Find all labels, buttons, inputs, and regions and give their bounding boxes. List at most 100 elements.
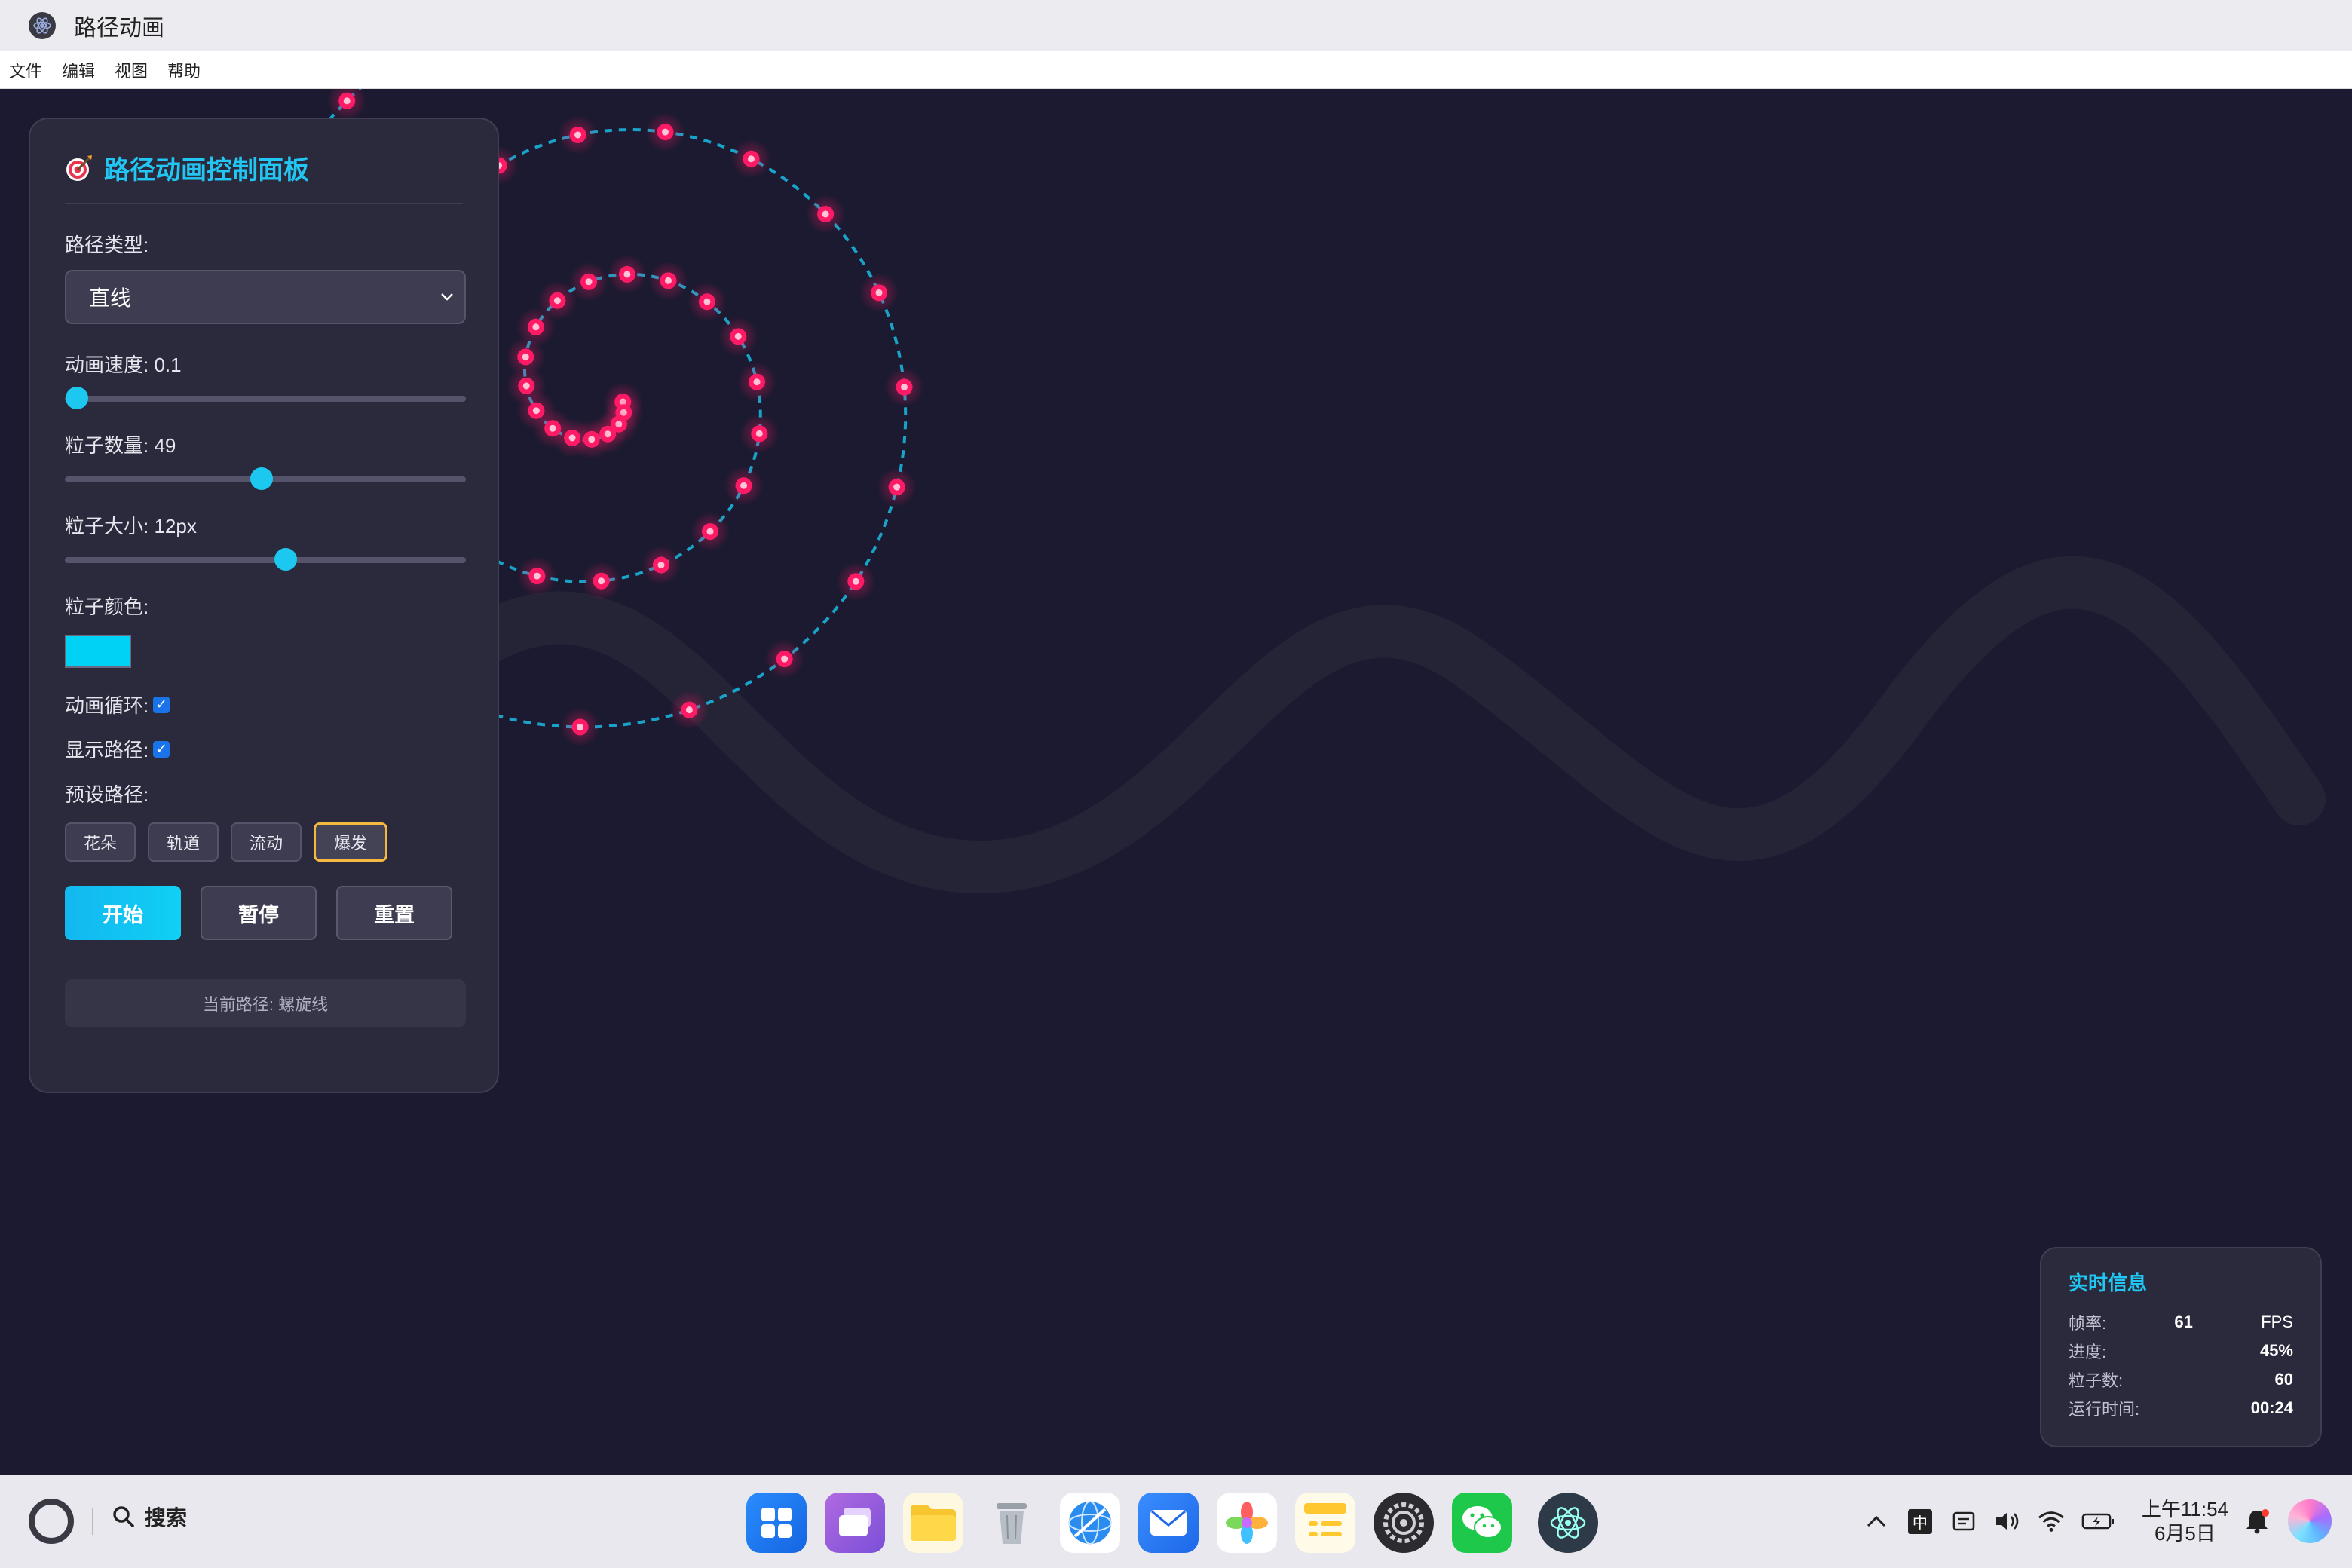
speed-slider[interactable] <box>65 385 466 411</box>
wechat-icon[interactable] <box>1452 1493 1512 1553</box>
size-slider[interactable] <box>65 547 466 572</box>
clock-time: 上午11:54 <box>2141 1498 2228 1521</box>
menu-view[interactable]: 视图 <box>115 58 148 82</box>
files-icon[interactable] <box>903 1493 963 1553</box>
particle-core <box>753 378 761 386</box>
taskbar-search[interactable]: 搜索 <box>112 1502 187 1532</box>
control-panel: 路径动画控制面板 路径类型: 直线 动画速度: 0.1 粒子数量: 49 粒子大… <box>29 118 499 1093</box>
action-buttons: 开始 暂停 重置 <box>65 886 463 940</box>
particles-value: 60 <box>2274 1370 2293 1389</box>
system-tray: 中 上午11:54 6月5日 <box>1863 1475 2352 1568</box>
particles-label: 粒子数: <box>2069 1371 2124 1390</box>
slider-thumb[interactable] <box>65 387 88 409</box>
preset-burst-button[interactable]: 爆发 <box>314 822 387 862</box>
ime-label: 中 <box>1907 1508 1932 1534</box>
photos-icon[interactable] <box>1217 1493 1277 1553</box>
show-path-label: 显示路径: <box>65 739 149 761</box>
chevron-up-icon[interactable] <box>1863 1508 1890 1535</box>
particle-core <box>734 332 742 340</box>
notification-bell-icon[interactable] <box>2243 1508 2271 1535</box>
start-menu-icon[interactable] <box>29 1499 74 1544</box>
clock[interactable]: 上午11:54 6月5日 <box>2142 1497 2228 1545</box>
particle-core <box>585 278 593 286</box>
particle-core <box>343 97 351 105</box>
particle-core <box>522 382 530 390</box>
multitask-icon[interactable] <box>825 1493 885 1553</box>
particle-core <box>740 482 748 489</box>
volume-icon[interactable] <box>1994 1508 2021 1535</box>
realtime-info-panel: 实时信息 帧率: 61 FPS 进度: 45% 粒子数: 60 运行时间: 00… <box>2040 1247 2322 1447</box>
launcher-icon[interactable] <box>746 1493 807 1553</box>
preset-flower-button[interactable]: 花朵 <box>65 822 136 862</box>
panel-header: 路径动画控制面板 <box>65 149 463 204</box>
particle-core <box>574 131 582 139</box>
assistant-icon[interactable] <box>2287 1499 2332 1544</box>
fps-row: 帧率: 61 FPS <box>2069 1308 2293 1337</box>
color-picker[interactable] <box>65 635 131 668</box>
menu-edit[interactable]: 编辑 <box>62 58 95 82</box>
count-slider[interactable] <box>65 466 466 492</box>
preset-buttons: 花朵 轨道 流动 爆发 <box>65 822 463 862</box>
notification-dot <box>2262 1509 2269 1517</box>
loop-label: 动画循环: <box>65 694 149 717</box>
path-type-select[interactable]: 直线 <box>65 270 466 324</box>
background-wave <box>456 556 2326 894</box>
chevron-down-icon <box>441 293 453 301</box>
fps-unit: FPS <box>2261 1312 2293 1331</box>
wifi-icon[interactable] <box>2038 1508 2065 1535</box>
particle-core <box>755 430 763 437</box>
browser-icon[interactable] <box>1060 1493 1120 1553</box>
taskbar: 搜索 中 上午11:54 6月5日 <box>0 1475 2352 1568</box>
particle-core <box>533 572 541 580</box>
electron-app-icon[interactable] <box>1538 1493 1598 1553</box>
color-label: 粒子颜色: <box>65 596 149 618</box>
particle-core <box>664 277 672 284</box>
mail-icon[interactable] <box>1138 1493 1199 1553</box>
progress-value: 45% <box>2259 1341 2293 1360</box>
slider-thumb[interactable] <box>250 467 273 490</box>
slider-track <box>65 396 466 402</box>
particle-core <box>781 655 789 663</box>
particle-core <box>875 289 883 296</box>
runtime-label: 运行时间: <box>2069 1400 2140 1419</box>
app-icon <box>29 12 56 39</box>
clipboard-icon[interactable] <box>1950 1508 1977 1535</box>
show-path-checkbox[interactable]: ✓ <box>153 740 170 758</box>
pause-button[interactable]: 暂停 <box>201 886 317 940</box>
presets-label: 预设路径: <box>65 783 149 806</box>
particle-core <box>703 298 711 305</box>
window-title: 路径动画 <box>74 16 164 41</box>
menu-help[interactable]: 帮助 <box>167 58 201 82</box>
particle-core <box>532 323 540 331</box>
particle-core <box>623 271 631 278</box>
clock-date: 6月5日 <box>2154 1522 2216 1545</box>
particle-core <box>706 528 714 535</box>
dock <box>746 1493 1598 1553</box>
start-button[interactable]: 开始 <box>65 886 181 940</box>
taskbar-divider <box>92 1508 93 1535</box>
runtime-row: 运行时间: 00:24 <box>2069 1394 2293 1423</box>
menu-bar: 文件 编辑 视图 帮助 <box>0 51 2352 89</box>
particles-row: 粒子数: 60 <box>2069 1365 2293 1394</box>
loop-row: 动画循环: ✓ <box>65 691 463 718</box>
battery-icon[interactable] <box>2081 1508 2115 1535</box>
menu-file[interactable]: 文件 <box>9 58 42 82</box>
loop-checkbox[interactable]: ✓ <box>153 696 170 713</box>
runtime-value: 00:24 <box>2250 1398 2293 1417</box>
particle-core <box>553 297 561 305</box>
search-label: 搜索 <box>145 1506 188 1530</box>
preset-flow-button[interactable]: 流动 <box>231 822 302 862</box>
particle-core <box>822 210 829 218</box>
notes-icon[interactable] <box>1295 1493 1355 1553</box>
ime-indicator[interactable]: 中 <box>1906 1508 1934 1535</box>
speed-label: 动画速度: 0.1 <box>65 354 182 376</box>
slider-thumb[interactable] <box>274 548 297 571</box>
current-path-status: 当前路径: 螺旋线 <box>65 979 466 1027</box>
trash-icon[interactable] <box>982 1493 1042 1553</box>
particle-core <box>685 706 693 714</box>
settings-icon[interactable] <box>1374 1493 1434 1553</box>
path-type-value: 直线 <box>89 286 132 310</box>
particle-core <box>532 407 540 415</box>
reset-button[interactable]: 重置 <box>336 886 452 940</box>
preset-orbit-button[interactable]: 轨道 <box>148 822 219 862</box>
